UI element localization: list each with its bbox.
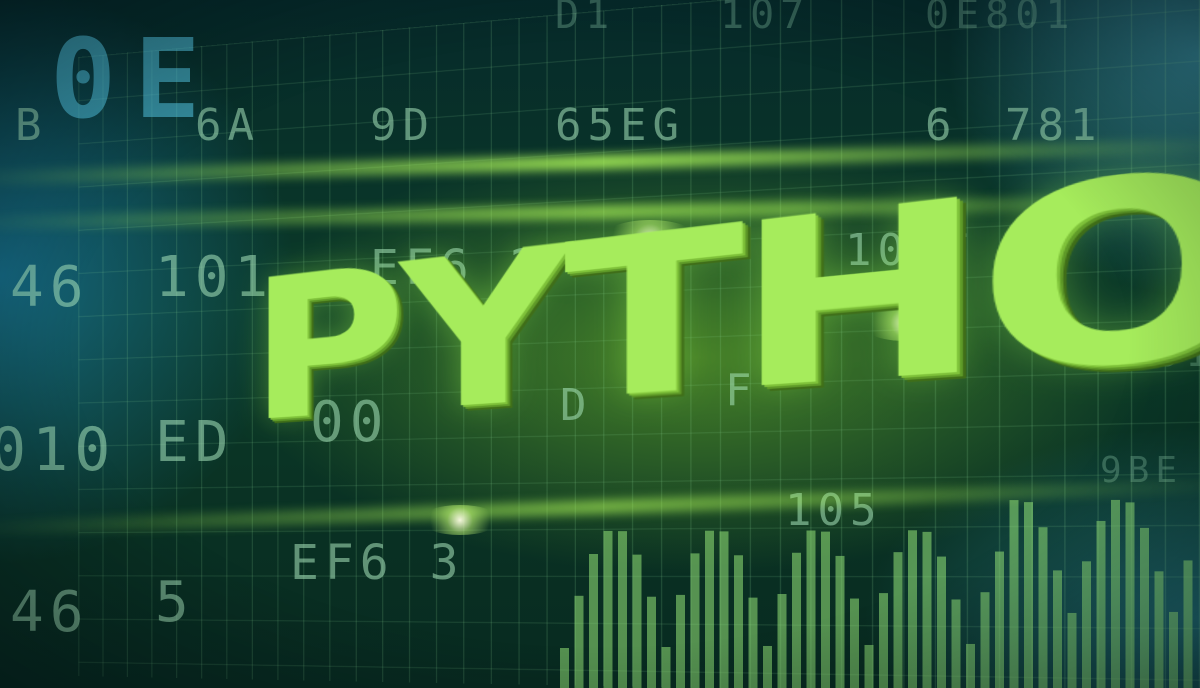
- bg-code: 107: [720, 0, 810, 38]
- bg-code: EF6 3: [290, 535, 465, 591]
- bar: [705, 531, 714, 688]
- decorative-bar-graph: [560, 470, 1200, 688]
- bar: [1169, 612, 1178, 688]
- bg-code: 46: [10, 580, 89, 645]
- bar: [879, 593, 888, 688]
- bar: [966, 644, 975, 688]
- bar: [560, 648, 569, 688]
- bg-code: D1: [555, 0, 615, 38]
- bg-code: 65EG: [555, 100, 685, 151]
- lens-flare: [420, 505, 500, 535]
- bg-code: 010: [0, 415, 116, 485]
- bar: [792, 553, 801, 688]
- bar: [691, 553, 700, 688]
- bar: [1184, 560, 1193, 688]
- bar: [1126, 502, 1135, 688]
- bar: [589, 554, 598, 688]
- bar: [1155, 571, 1164, 688]
- bar: [821, 532, 830, 688]
- bar: [1111, 500, 1120, 688]
- bar: [807, 530, 816, 688]
- bar: [850, 599, 859, 688]
- bar: [952, 599, 961, 688]
- bar: [575, 596, 584, 688]
- bar: [618, 531, 627, 688]
- bar: [894, 552, 903, 688]
- bar: [633, 555, 642, 688]
- bar: [1053, 570, 1062, 688]
- bg-code: 0E801: [925, 0, 1075, 38]
- bg-code: 6A: [195, 100, 260, 151]
- bar: [647, 597, 656, 688]
- bar: [763, 646, 772, 688]
- bar: [981, 592, 990, 688]
- bar: [908, 530, 917, 688]
- bar: [937, 557, 946, 688]
- bar: [1068, 613, 1077, 688]
- bg-code: 0E: [50, 15, 218, 143]
- bar: [720, 531, 729, 688]
- bar: [676, 595, 685, 688]
- bar: [1082, 561, 1091, 688]
- bar: [749, 598, 758, 688]
- bar: [995, 552, 1004, 688]
- python-banner-scene: 0E B 6A 9D 65EG 6 781 0E801 D1 107 46 10…: [0, 0, 1200, 688]
- bg-code: 6: [925, 100, 958, 151]
- bar: [865, 645, 874, 688]
- bar: [734, 555, 743, 688]
- bar: [1097, 521, 1106, 688]
- bar: [836, 556, 845, 688]
- bar: [662, 647, 671, 688]
- bar: [778, 594, 787, 688]
- bar: [1140, 528, 1149, 688]
- bg-code: 9D: [370, 100, 435, 151]
- bg-code: ED: [155, 410, 234, 475]
- bar: [604, 531, 613, 688]
- bg-code: 46: [10, 255, 89, 320]
- bar: [1010, 500, 1019, 688]
- bg-code: B: [15, 100, 48, 151]
- bar: [1039, 527, 1048, 688]
- bar: [923, 532, 932, 688]
- bar: [1024, 502, 1033, 688]
- bg-code: 5: [155, 570, 195, 635]
